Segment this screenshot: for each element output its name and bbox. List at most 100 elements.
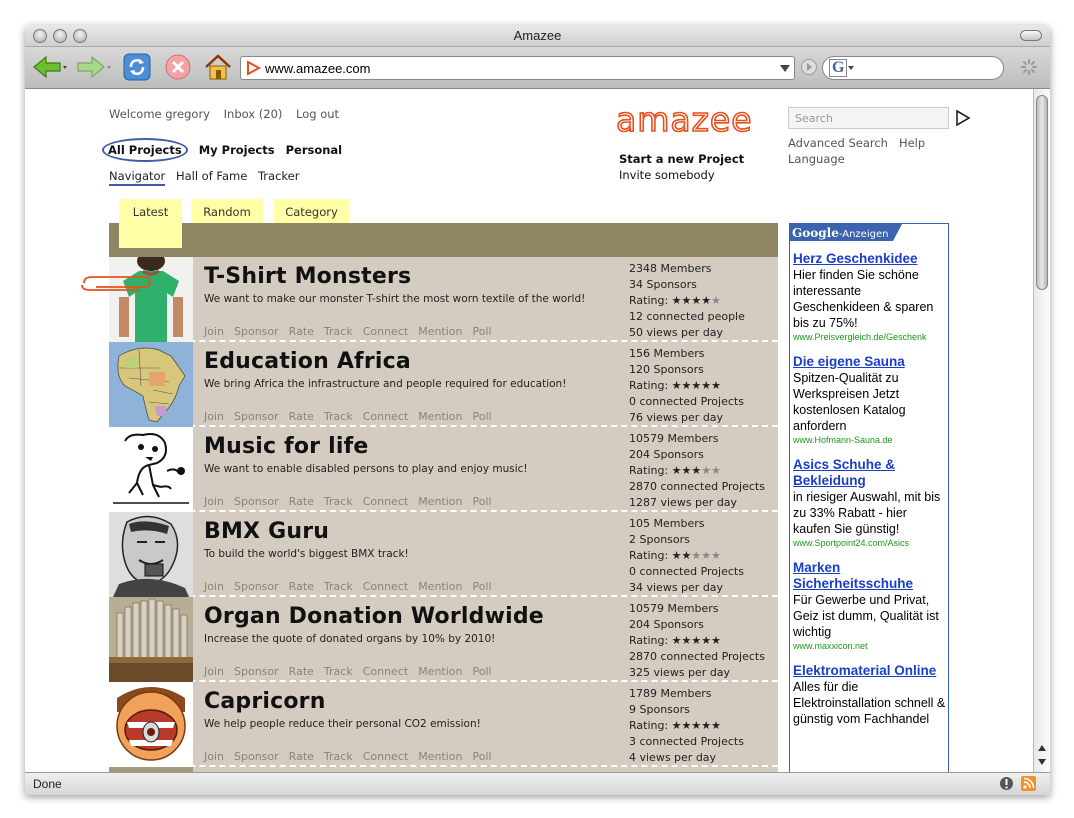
connect-link[interactable]: Connect xyxy=(363,665,408,678)
mention-link[interactable]: Mention xyxy=(418,495,462,508)
star-empty-icon[interactable]: ★ xyxy=(691,549,701,562)
mention-link[interactable]: Mention xyxy=(418,325,462,338)
join-link[interactable]: Join xyxy=(204,750,224,763)
track-link[interactable]: Track xyxy=(324,495,353,508)
nav-all-projects[interactable]: All Projects xyxy=(102,138,188,162)
connect-link[interactable]: Connect xyxy=(363,750,408,763)
track-link[interactable]: Track xyxy=(324,325,353,338)
sponsor-link[interactable]: Sponsor xyxy=(234,665,279,678)
forward-button[interactable] xyxy=(75,52,113,82)
nav-my-projects[interactable]: My Projects xyxy=(199,143,275,157)
star-filled-icon[interactable]: ★ xyxy=(701,379,711,392)
url-input[interactable] xyxy=(265,60,776,76)
ad-url[interactable]: www.maxxicon.net xyxy=(793,640,946,653)
project-thumbnail[interactable] xyxy=(109,597,193,682)
join-link[interactable]: Join xyxy=(204,410,224,423)
star-filled-icon[interactable]: ★ xyxy=(682,549,692,562)
back-button[interactable] xyxy=(31,52,69,82)
advanced-search-link[interactable]: Advanced Search xyxy=(788,136,888,150)
connect-link[interactable]: Connect xyxy=(363,495,408,508)
invite-link[interactable]: Invite somebody xyxy=(619,167,744,183)
poll-link[interactable]: Poll xyxy=(473,495,492,508)
nav-navigator[interactable]: Navigator xyxy=(109,169,166,186)
project-row[interactable]: Education Africa We bring Africa the inf… xyxy=(109,342,778,427)
star-filled-icon[interactable]: ★ xyxy=(701,294,711,307)
stop-button[interactable] xyxy=(163,52,193,82)
star-filled-icon[interactable]: ★ xyxy=(682,379,692,392)
poll-link[interactable]: Poll xyxy=(473,665,492,678)
star-filled-icon[interactable]: ★ xyxy=(672,634,682,647)
star-filled-icon[interactable]: ★ xyxy=(691,379,701,392)
rate-link[interactable]: Rate xyxy=(289,580,314,593)
nav-tracker[interactable]: Tracker xyxy=(258,169,300,183)
project-thumbnail[interactable] xyxy=(109,512,193,597)
nav-personal[interactable]: Personal xyxy=(286,143,343,157)
poll-link[interactable]: Poll xyxy=(473,410,492,423)
star-filled-icon[interactable]: ★ xyxy=(672,719,682,732)
logout-link[interactable]: Log out xyxy=(296,107,339,121)
connect-link[interactable]: Connect xyxy=(363,410,408,423)
rating-stars[interactable]: ★★★★★ xyxy=(672,719,721,732)
connect-link[interactable]: Connect xyxy=(363,325,408,338)
ad-item[interactable]: Die eigene Sauna Spitzen-Qualität zu Wer… xyxy=(790,344,948,447)
star-filled-icon[interactable]: ★ xyxy=(691,719,701,732)
poll-link[interactable]: Poll xyxy=(473,580,492,593)
star-empty-icon[interactable]: ★ xyxy=(701,549,711,562)
home-button[interactable] xyxy=(202,52,234,82)
join-link[interactable]: Join xyxy=(204,325,224,338)
project-row[interactable]: Organ Donation Worldwide Increase the qu… xyxy=(109,597,778,682)
ad-item[interactable]: Herz Geschenkidee Hier finden Sie schöne… xyxy=(790,241,948,344)
tab-random[interactable]: Random xyxy=(191,199,263,224)
ad-item[interactable]: Marken Sicherheitsschuhe Für Gewerbe und… xyxy=(790,550,948,653)
reload-button[interactable] xyxy=(122,52,152,82)
go-button[interactable] xyxy=(799,52,819,82)
star-filled-icon[interactable]: ★ xyxy=(682,294,692,307)
inbox-link[interactable]: Inbox (20) xyxy=(224,107,283,121)
star-filled-icon[interactable]: ★ xyxy=(701,719,711,732)
poll-link[interactable]: Poll xyxy=(473,750,492,763)
join-link[interactable]: Join xyxy=(204,665,224,678)
star-filled-icon[interactable]: ★ xyxy=(682,719,692,732)
help-link[interactable]: Help xyxy=(899,136,925,150)
track-link[interactable]: Track xyxy=(324,750,353,763)
project-title[interactable]: Capricorn xyxy=(204,689,326,714)
project-row[interactable]: Music for life We want to enable disable… xyxy=(109,427,778,512)
sponsor-link[interactable]: Sponsor xyxy=(234,750,279,763)
scrollbar-thumb[interactable] xyxy=(1036,95,1048,290)
ad-url[interactable]: www.Preisvergleich.de/Geschenk xyxy=(793,331,946,344)
star-empty-icon[interactable]: ★ xyxy=(711,464,721,477)
mention-link[interactable]: Mention xyxy=(418,665,462,678)
rating-stars[interactable]: ★★★★★ xyxy=(672,294,721,307)
mention-link[interactable]: Mention xyxy=(418,410,462,423)
rate-link[interactable]: Rate xyxy=(289,665,314,678)
star-filled-icon[interactable]: ★ xyxy=(711,379,721,392)
star-filled-icon[interactable]: ★ xyxy=(672,549,682,562)
project-title[interactable]: T-Shirt Monsters xyxy=(204,264,411,289)
toolbar-toggle-button[interactable] xyxy=(1020,30,1042,41)
ad-title[interactable]: Herz Geschenkidee xyxy=(793,251,946,267)
project-row[interactable]: Capricorn We help people reduce their pe… xyxy=(109,682,778,767)
ad-url[interactable]: www.Sportpoint24.com/Asics xyxy=(793,537,946,550)
rate-link[interactable]: Rate xyxy=(289,495,314,508)
project-thumbnail[interactable] xyxy=(109,427,193,512)
poll-link[interactable]: Poll xyxy=(473,325,492,338)
rating-stars[interactable]: ★★★★★ xyxy=(672,634,721,647)
star-filled-icon[interactable]: ★ xyxy=(672,294,682,307)
project-title[interactable]: Organ Donation Worldwide xyxy=(204,604,544,629)
rate-link[interactable]: Rate xyxy=(289,410,314,423)
ad-title[interactable]: Elektromaterial Online xyxy=(793,663,946,679)
tab-category[interactable]: Category xyxy=(274,199,349,224)
vertical-scrollbar[interactable] xyxy=(1033,89,1050,772)
scroll-down-icon[interactable] xyxy=(1037,758,1047,766)
rss-feed-icon[interactable] xyxy=(1021,776,1036,791)
language-link[interactable]: Language xyxy=(788,152,845,166)
track-link[interactable]: Track xyxy=(324,410,353,423)
site-search-input[interactable]: Search xyxy=(788,107,949,129)
project-title[interactable]: BMX Guru xyxy=(204,519,329,544)
ad-url[interactable]: www.Hofmann-Sauna.de xyxy=(793,434,946,447)
join-link[interactable]: Join xyxy=(204,580,224,593)
engine-dropdown-icon[interactable] xyxy=(847,64,855,72)
star-filled-icon[interactable]: ★ xyxy=(672,464,682,477)
sponsor-link[interactable]: Sponsor xyxy=(234,410,279,423)
star-filled-icon[interactable]: ★ xyxy=(711,634,721,647)
